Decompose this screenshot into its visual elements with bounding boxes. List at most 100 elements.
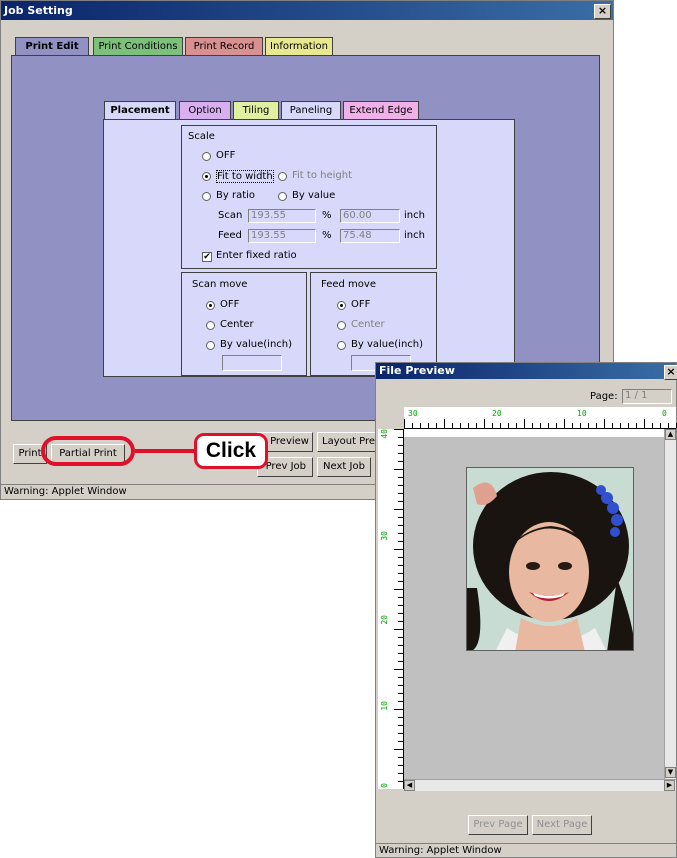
scale-group: Scale OFF Fit to width Fit to height By … [181, 125, 437, 269]
fit-to-width-radio[interactable] [202, 172, 211, 181]
fixed-ratio-checkbox[interactable]: ✔ [202, 252, 212, 262]
next-job-button[interactable]: Next Job [317, 457, 371, 477]
fit-to-height-radio[interactable] [278, 172, 287, 181]
feed-move-by-value-radio[interactable] [337, 341, 346, 350]
by-value-label: By value [292, 190, 336, 201]
ruler-tick [398, 717, 403, 718]
ruler-label: 40 [380, 429, 389, 439]
ruler-tick [398, 693, 403, 694]
feed-move-center-radio[interactable] [337, 321, 346, 330]
scan-label: Scan [218, 210, 243, 221]
ruler-tick [398, 613, 403, 614]
ruler-tick [484, 419, 485, 428]
fixed-ratio-label: Enter fixed ratio [216, 250, 297, 261]
ruler-tick [596, 423, 597, 428]
ruler-tick [398, 541, 403, 542]
by-value-radio[interactable] [278, 192, 287, 201]
ruler-label: 30 [380, 531, 389, 541]
ruler-tick [500, 423, 501, 428]
ruler-tick [398, 621, 403, 622]
layout-preview-button[interactable]: Layout Pre [317, 432, 377, 452]
vertical-scrollbar[interactable]: ▲ ▼ [664, 429, 676, 779]
scroll-down-icon[interactable]: ▼ [665, 767, 676, 778]
ruler-tick [398, 773, 403, 774]
ruler-tick [398, 573, 403, 574]
ruler-tick [398, 605, 403, 606]
tab-information[interactable]: Information [265, 37, 333, 55]
feed-inch-field[interactable]: 75.48 [340, 229, 400, 243]
feed-move-group: Feed move OFF Center By value(inch) [310, 272, 437, 376]
ruler-tick [394, 469, 403, 470]
page-field: 1 / 1 [622, 389, 672, 404]
tab-option[interactable]: Option [179, 101, 231, 119]
scan-move-center-radio[interactable] [206, 321, 215, 330]
tab-tiling[interactable]: Tiling [233, 101, 279, 119]
window-title: Job Setting [4, 4, 73, 17]
ruler-tick [564, 419, 565, 428]
prev-page-button[interactable]: Prev Page [468, 815, 528, 835]
ruler-tick [398, 765, 403, 766]
ruler-tick [398, 477, 403, 478]
ruler-tick [580, 423, 581, 428]
feed-percent-field[interactable]: 193.55 [248, 229, 316, 243]
ruler-tick [398, 637, 403, 638]
ruler-tick [460, 423, 461, 428]
ruler-tick [398, 741, 403, 742]
close-icon[interactable]: × [594, 4, 611, 19]
scan-move-center-label: Center [220, 319, 254, 330]
ruler-tick [532, 423, 533, 428]
ruler-tick [636, 423, 637, 428]
ruler-tick [398, 597, 403, 598]
ruler-label: 10 [577, 409, 587, 418]
ruler-tick [398, 493, 403, 494]
callout-connector [135, 449, 195, 453]
ruler-tick [394, 709, 403, 710]
horizontal-scrollbar[interactable]: ◀ ▶ [404, 779, 676, 791]
preview-photo [466, 467, 634, 651]
ruler-tick [398, 653, 403, 654]
ruler-tick [398, 525, 403, 526]
scroll-left-icon[interactable]: ◀ [404, 780, 415, 791]
ruler-tick [394, 629, 403, 630]
scan-move-by-value-radio[interactable] [206, 341, 215, 350]
tab-print-conditions[interactable]: Print Conditions [93, 37, 183, 55]
feed-inch-unit: inch [404, 230, 425, 241]
scan-move-off-radio[interactable] [206, 301, 215, 310]
feed-move-off-radio[interactable] [337, 301, 346, 310]
scan-move-off-label: OFF [220, 299, 240, 310]
portrait-image [467, 468, 633, 650]
ruler-tick [468, 423, 469, 428]
ruler-tick [398, 445, 403, 446]
preview-title: File Preview [379, 364, 455, 377]
ruler-tick [398, 781, 403, 782]
next-page-button[interactable]: Next Page [532, 815, 592, 835]
job-setting-titlebar: Job Setting [1, 1, 613, 20]
tab-print-record[interactable]: Print Record [185, 37, 263, 55]
ruler-tick [452, 423, 453, 428]
by-ratio-radio[interactable] [202, 192, 211, 201]
click-callout: Click [194, 433, 268, 469]
ruler-label: 0 [380, 783, 389, 788]
tab-extend-edge[interactable]: Extend Edge [343, 101, 419, 119]
feed-move-center-label: Center [351, 319, 385, 330]
scan-percent-field[interactable]: 193.55 [248, 209, 316, 223]
top-ruler: 30 20 10 0 [404, 407, 677, 429]
tab-paneling[interactable]: Paneling [281, 101, 341, 119]
page-label: Page: [590, 391, 618, 402]
ruler-tick [436, 423, 437, 428]
ruler-tick [548, 423, 549, 428]
ruler-tick [428, 423, 429, 428]
scroll-right-icon[interactable]: ▶ [664, 780, 675, 791]
scan-inch-field[interactable]: 60.00 [340, 209, 400, 223]
ruler-tick [394, 589, 403, 590]
scan-move-value-field[interactable] [222, 355, 282, 371]
tab-placement[interactable]: Placement [104, 101, 176, 119]
scale-off-radio[interactable] [202, 152, 211, 161]
fit-to-height-label: Fit to height [292, 170, 352, 181]
preview-close-icon[interactable]: × [664, 365, 677, 380]
ruler-tick [398, 645, 403, 646]
ruler-tick [572, 423, 573, 428]
ruler-tick [668, 423, 669, 428]
scroll-up-icon[interactable]: ▲ [665, 429, 676, 440]
tab-print-edit[interactable]: Print Edit [15, 37, 89, 55]
